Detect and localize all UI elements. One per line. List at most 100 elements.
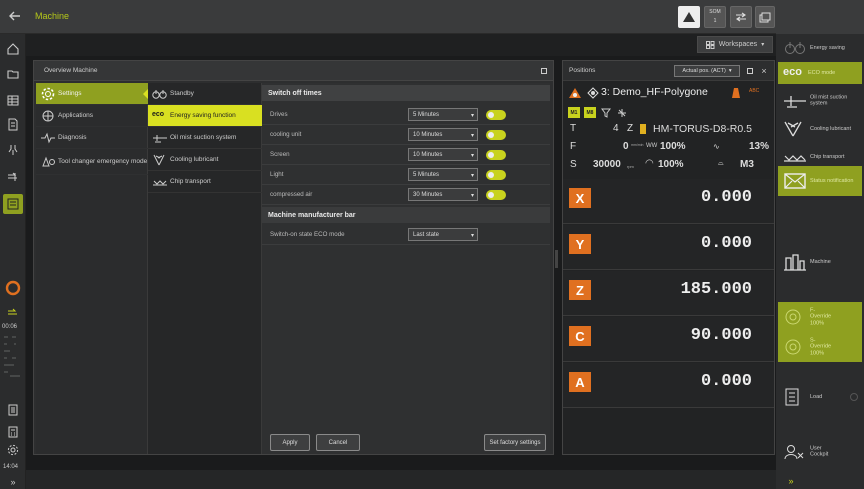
axis-row-x[interactable]: X 0.000 (563, 179, 774, 224)
table-icon[interactable] (3, 90, 23, 110)
select-value: 30 Minutes (413, 191, 443, 198)
cooling-lubricant-button[interactable]: Cooling lubricant (778, 116, 862, 142)
switch-off-header: Switch off times (262, 85, 550, 101)
time-select[interactable]: 5 Minutes ▾ (408, 168, 478, 181)
spindle-row: S 30000 rpm ◠ 100% ⌓ M3 (563, 158, 774, 176)
status-ring-icon[interactable] (3, 278, 23, 298)
window-copy-icon[interactable] (755, 6, 775, 28)
setting-label: Chip transport (170, 178, 211, 185)
setting-cooling-lubricant[interactable]: Cooling lubricant (148, 149, 262, 171)
time-select[interactable]: 10 Minutes ▾ (408, 128, 478, 141)
time-select[interactable]: 10 Minutes ▾ (408, 148, 478, 161)
row-label: Screen (270, 151, 290, 158)
cooling-label: Cooling lubricant (810, 125, 851, 132)
panel-header: Overview Machine (34, 61, 553, 81)
category-applications[interactable]: Applications (36, 105, 148, 127)
machine-button[interactable]: Machine (778, 248, 862, 276)
collapse-panel-chevron-icon[interactable]: » (782, 474, 800, 488)
warning-icon[interactable] (678, 6, 700, 28)
feed-row: F 0 mm/min WW 100% ∿ 13% (563, 141, 774, 158)
category-settings[interactable]: Settings (36, 83, 148, 105)
back-arrow-icon[interactable] (4, 4, 26, 28)
f-override-button[interactable]: F-Override 100% (778, 302, 862, 332)
eco-mode-button[interactable]: eco ECO mode (778, 62, 862, 84)
spindle-icon[interactable] (3, 140, 23, 160)
oil-mist-label: Oil mist suction system (810, 94, 848, 107)
chevron-down-icon: ▾ (761, 42, 765, 48)
toggle-switch[interactable] (486, 150, 506, 160)
position-mode-select[interactable]: Actual pos. (ACT) ▾ (674, 65, 740, 77)
time-select[interactable]: 5 Minutes ▾ (408, 108, 478, 121)
axis-row-z[interactable]: Z 185.000 (563, 271, 774, 316)
category-label: Settings (58, 90, 82, 97)
calculator-icon[interactable] (3, 422, 23, 442)
setting-chip-transport[interactable]: Chip transport (148, 171, 262, 193)
f-override-dial-icon (785, 309, 801, 325)
load-button[interactable]: Load (778, 384, 862, 410)
setting-standby[interactable]: Standby (148, 83, 262, 105)
program-edit-icon[interactable] (3, 114, 23, 134)
chip-transport-label: Chip transport (810, 153, 845, 160)
run-time: 00:06 (2, 324, 18, 330)
filter-icon (601, 108, 611, 118)
toggle-switch[interactable] (486, 170, 506, 180)
setting-oil-mist[interactable]: Oil mist suction system (148, 127, 262, 149)
oil-mist-icon (784, 96, 806, 108)
maximize-icon[interactable] (541, 68, 547, 74)
setting-energy-saving[interactable]: eco Energy saving function (148, 105, 262, 127)
category-tool-changer[interactable]: Tool changer emergency mode (36, 149, 148, 175)
toggle-switch[interactable] (486, 110, 506, 120)
machine-jog-icon[interactable] (3, 166, 23, 186)
apply-button[interactable]: Apply (270, 434, 310, 451)
energy-saving-button[interactable]: Energy saving (778, 36, 862, 60)
toggle-switch[interactable] (486, 190, 506, 200)
select-value: Last state (413, 231, 440, 238)
status-notification-button[interactable]: Status notification (778, 166, 862, 196)
spindle-direction-icon: ⌓ (718, 160, 724, 167)
time-select[interactable]: 30 Minutes ▾ (408, 188, 478, 201)
axis-label: X (569, 188, 591, 208)
panel-splitter[interactable] (555, 250, 558, 268)
maximize-icon[interactable] (747, 68, 753, 74)
home-icon[interactable] (3, 39, 23, 59)
app-title: Machine (35, 11, 70, 21)
select-value: 10 Minutes (413, 151, 443, 158)
clock: 14:04 (3, 464, 19, 470)
eco-state-select[interactable]: Last state ▾ (408, 228, 478, 241)
chevron-down-icon: ▾ (470, 173, 474, 179)
toggle-switch[interactable] (486, 130, 506, 140)
close-icon[interactable]: × (758, 64, 770, 78)
mode-mb-icon[interactable]: M8 (584, 107, 596, 118)
mode-m1-icon[interactable]: M1 (568, 107, 580, 118)
program-run-icon (569, 88, 581, 98)
tool-transfer-icon[interactable] (730, 6, 752, 28)
category-label: Applications (58, 112, 94, 119)
category-list: Settings Applications Diagnosis Tool cha… (36, 83, 148, 454)
eco-mode-row: Switch-on state ECO mode Last state ▾ (262, 225, 550, 245)
axis-row-a[interactable]: A 0.000 (563, 363, 774, 408)
envelope-icon (784, 173, 806, 189)
oil-mist-button[interactable]: Oil mist suction system (778, 88, 862, 114)
som-label: SOM (709, 9, 721, 15)
som-button[interactable]: SOM 1 (704, 6, 726, 28)
settings-gear-icon[interactable] (3, 440, 23, 460)
set-factory-settings-button[interactable]: Set factory settings (484, 434, 546, 451)
category-diagnosis[interactable]: Diagnosis (36, 127, 148, 149)
document-icon[interactable] (3, 400, 23, 420)
s-override-button[interactable]: S-Override 100% (778, 332, 862, 362)
handwheel-icon[interactable] (3, 302, 23, 322)
load-meter-icon (785, 388, 799, 406)
axis-row-c[interactable]: C 90.000 (563, 317, 774, 362)
tool-number: 4 (613, 123, 619, 134)
cancel-button[interactable]: Cancel (316, 434, 360, 451)
folder-icon[interactable] (3, 64, 23, 84)
machine-overview-icon[interactable] (3, 194, 23, 214)
row-label: compressed air (270, 191, 313, 198)
workspaces-dropdown[interactable]: Workspaces ▾ (697, 36, 773, 53)
expand-chevron-icon[interactable]: » (3, 476, 23, 488)
user-cockpit-button[interactable]: User Cockpit (778, 438, 862, 466)
workspaces-label: Workspaces (718, 41, 758, 48)
axis-row-y[interactable]: Y 0.000 (563, 225, 774, 270)
spindle-unit: rpm (627, 164, 634, 169)
positions-panel: Positions Actual pos. (ACT) ▾ × 3: Demo_H… (562, 60, 775, 455)
